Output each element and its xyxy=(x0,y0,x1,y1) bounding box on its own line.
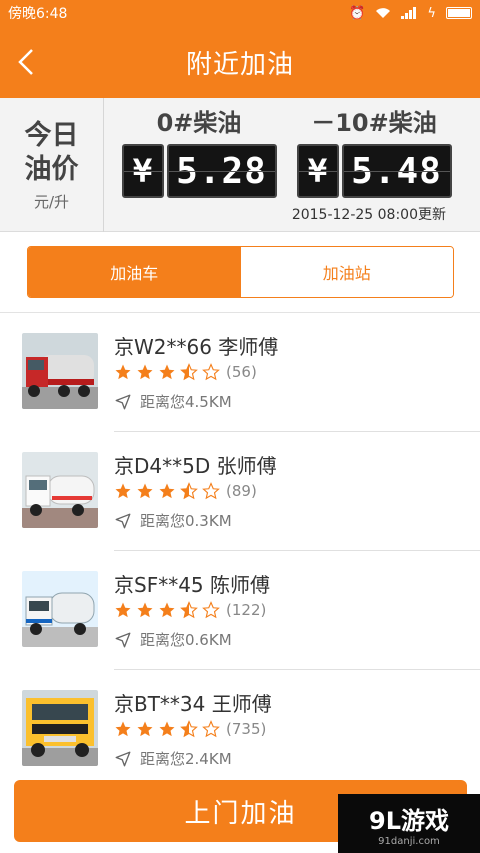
price-display: ¥ 5.48 xyxy=(294,144,454,198)
star-half-icon xyxy=(180,363,198,381)
star-empty-icon xyxy=(202,720,220,738)
star-filled-icon xyxy=(115,602,131,618)
fuel-name: －10#柴油 xyxy=(311,109,437,137)
tab-gas-station[interactable]: 加油站 xyxy=(240,247,453,297)
fuel-name: 0#柴油 xyxy=(156,109,242,137)
distance-text: 距离您0.3KM xyxy=(140,512,232,530)
star-filled-icon xyxy=(159,721,175,737)
star-filled-icon xyxy=(137,364,153,380)
distance: 距离您2.4KM xyxy=(114,748,232,769)
signal-icon xyxy=(401,7,417,19)
distance: 距离您4.5KM xyxy=(114,391,232,412)
tab-bar: 加油车 加油站 xyxy=(27,246,454,298)
price-value: 5.28 xyxy=(166,144,277,198)
star-filled-icon xyxy=(115,721,131,737)
rating-count: (89) xyxy=(226,482,257,500)
star-half-icon xyxy=(180,720,198,738)
watermark-sub: 91danji.com xyxy=(378,835,440,847)
list-item[interactable]: 京BT**34 王师傅 (735) 距离您2.4KM xyxy=(0,670,480,789)
star-rating: (56) xyxy=(114,363,257,381)
plate-driver: 京SF**45 陈师傅 xyxy=(114,573,271,597)
status-bar: 傍晚6:48 ⏰ ϟ xyxy=(0,0,480,26)
star-filled-icon xyxy=(137,602,153,618)
battery-icon xyxy=(446,7,472,19)
star-half-icon xyxy=(180,601,198,619)
currency-symbol: ¥ xyxy=(121,144,164,198)
truck-image xyxy=(22,690,98,766)
driver-list: 京W2**66 李师傅 (56) 距离您4.5KM 京D4**5D 张师傅 (8… xyxy=(0,313,480,789)
location-arrow-icon xyxy=(115,513,131,528)
currency-symbol: ¥ xyxy=(296,144,339,198)
alarm-icon: ⏰ xyxy=(349,5,366,21)
price-display: ¥ 5.28 xyxy=(119,144,279,198)
star-rating: (89) xyxy=(114,482,257,500)
list-item[interactable]: 京D4**5D 张师傅 (89) 距离您0.3KM xyxy=(0,432,480,551)
list-item[interactable]: 京SF**45 陈师傅 (122) 距离您0.6KM xyxy=(0,551,480,670)
price-unit: 元/升 xyxy=(33,192,70,211)
star-empty-icon xyxy=(202,482,220,500)
plate-driver: 京D4**5D 张师傅 xyxy=(114,454,277,478)
charging-icon: ϟ xyxy=(427,5,436,21)
truck-image xyxy=(22,452,98,528)
back-button[interactable] xyxy=(6,38,46,86)
star-filled-icon xyxy=(115,483,131,499)
star-filled-icon xyxy=(159,483,175,499)
today-price-label: 今日油价 xyxy=(24,119,79,185)
plate-driver: 京BT**34 王师傅 xyxy=(114,692,272,716)
location-arrow-icon xyxy=(115,751,131,766)
tab-fuel-truck[interactable]: 加油车 xyxy=(28,247,241,297)
update-time: 2015-12-25 08:00更新 xyxy=(291,207,446,223)
distance-text: 距离您4.5KM xyxy=(140,393,232,411)
star-filled-icon xyxy=(115,364,131,380)
star-empty-icon xyxy=(202,363,220,381)
page-title: 附近加油 xyxy=(185,49,294,80)
distance-text: 距离您2.4KM xyxy=(140,750,232,768)
truck-image xyxy=(22,571,98,647)
price-panel: 今日油价 元/升 0#柴油 ¥ 5.28 －10#柴油 ¥ 5.48 2015-… xyxy=(0,98,480,232)
price-value: 5.48 xyxy=(341,144,452,198)
watermark-main: 9L游戏 xyxy=(369,806,449,835)
fuel-price-1: －10#柴油 ¥ 5.48 xyxy=(294,106,454,198)
distance-text: 距离您0.6KM xyxy=(140,631,232,649)
location-arrow-icon xyxy=(115,632,131,647)
today-price-box: 今日油价 元/升 xyxy=(0,98,104,232)
wifi-icon xyxy=(376,8,391,18)
star-half-icon xyxy=(180,482,198,500)
nav-bar: 附近加油 xyxy=(0,26,480,98)
star-rating: (735) xyxy=(114,720,266,738)
rating-count: (122) xyxy=(226,601,267,619)
star-rating: (122) xyxy=(114,601,266,619)
rating-count: (735) xyxy=(226,720,267,738)
chevron-left-icon xyxy=(18,49,33,75)
distance: 距离您0.3KM xyxy=(114,510,232,531)
distance: 距离您0.6KM xyxy=(114,629,232,650)
location-arrow-icon xyxy=(115,394,131,409)
fuel-price-0: 0#柴油 ¥ 5.28 xyxy=(119,106,279,198)
watermark-logo: 9L游戏 91danji.com xyxy=(338,794,480,853)
plate-driver: 京W2**66 李师傅 xyxy=(114,335,279,359)
star-filled-icon xyxy=(137,483,153,499)
status-time: 傍晚6:48 xyxy=(8,6,68,22)
list-item[interactable]: 京W2**66 李师傅 (56) 距离您4.5KM xyxy=(0,313,480,432)
truck-image xyxy=(22,333,98,409)
rating-count: (56) xyxy=(226,363,257,381)
star-filled-icon xyxy=(159,364,175,380)
star-filled-icon xyxy=(137,721,153,737)
star-empty-icon xyxy=(202,601,220,619)
status-icons: ⏰ ϟ xyxy=(349,6,472,21)
star-filled-icon xyxy=(159,602,175,618)
